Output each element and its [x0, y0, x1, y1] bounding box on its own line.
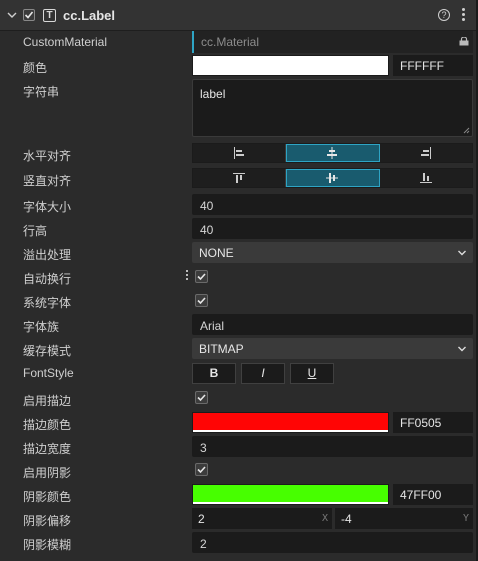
- underline-button[interactable]: U: [290, 363, 334, 384]
- outline-color-label: 描边颜色: [23, 418, 72, 432]
- shadow-blur-value: 2: [200, 537, 207, 551]
- shadow-offset-label: 阴影偏移: [23, 514, 72, 528]
- horizontal-align-label: 水平对齐: [23, 149, 72, 163]
- resize-grip-icon[interactable]: [463, 127, 470, 134]
- outline-width-label: 描边宽度: [23, 442, 72, 456]
- checkmark-icon: [197, 273, 206, 281]
- asset-picker-icon[interactable]: [459, 37, 469, 46]
- drag-handle-icon[interactable]: [186, 270, 189, 282]
- cache-mode-label: 缓存模式: [23, 344, 72, 358]
- align-right-icon: [420, 147, 431, 159]
- color-label: 颜色: [23, 61, 48, 75]
- font-family-label: 字体族: [23, 320, 60, 334]
- component-header[interactable]: T cc.Label ?: [0, 0, 476, 31]
- checkmark-icon: [197, 466, 206, 474]
- align-right-button[interactable]: [380, 144, 472, 162]
- line-height-input[interactable]: 40: [192, 218, 473, 239]
- shadow-offset-y-input[interactable]: -4 Y: [335, 508, 473, 529]
- align-bottom-button[interactable]: [380, 169, 472, 187]
- align-middle-icon: [326, 173, 339, 183]
- system-font-checkbox[interactable]: [195, 294, 208, 307]
- chevron-down-icon: [458, 346, 466, 352]
- align-top-button[interactable]: [193, 169, 287, 187]
- align-bottom-icon: [419, 173, 432, 183]
- color-swatch[interactable]: [192, 55, 389, 76]
- shadow-enabled-checkbox[interactable]: [195, 463, 208, 476]
- enable-wrap-label: 自动换行: [23, 272, 72, 286]
- color-hex-input[interactable]: FFFFFF: [393, 55, 473, 76]
- align-left-icon: [234, 147, 245, 159]
- component-title: cc.Label: [63, 8, 116, 23]
- shadow-enabled-label: 启用阴影: [23, 466, 72, 480]
- color-hex-value: FFFFFF: [400, 59, 444, 73]
- more-options-icon[interactable]: [462, 8, 466, 22]
- font-size-input[interactable]: 40: [192, 194, 473, 215]
- shadow-color-hex-input[interactable]: 47FF00: [393, 484, 473, 505]
- line-height-value: 40: [200, 223, 214, 237]
- enable-wrap-checkbox[interactable]: [195, 270, 208, 283]
- outline-enabled-label: 启用描边: [23, 394, 72, 408]
- custom-material-value: cc.Material: [201, 35, 260, 49]
- cache-mode-select[interactable]: BITMAP: [192, 338, 473, 359]
- chevron-down-icon[interactable]: [6, 9, 18, 21]
- overflow-label: 溢出处理: [23, 248, 72, 262]
- font-size-value: 40: [200, 199, 214, 213]
- shadow-offset-x-input[interactable]: 2 X: [192, 508, 332, 529]
- font-style-label: FontStyle: [23, 366, 74, 380]
- checkmark-icon: [24, 11, 34, 19]
- shadow-blur-input[interactable]: 2: [192, 532, 473, 553]
- outline-color-hex-input[interactable]: FF0505: [393, 412, 473, 433]
- y-axis-label: Y: [462, 513, 469, 524]
- shadow-offset-y-value: -4: [341, 512, 352, 526]
- shadow-color-swatch[interactable]: [192, 484, 389, 505]
- outline-width-value: 3: [200, 441, 207, 455]
- shadow-offset-x-value: 2: [198, 512, 205, 526]
- align-left-button[interactable]: [193, 144, 287, 162]
- shadow-color-hex-value: 47FF00: [400, 488, 442, 502]
- outline-enabled-checkbox[interactable]: [195, 391, 208, 404]
- custom-material-asset-field[interactable]: cc.Material: [192, 31, 473, 53]
- x-axis-label: X: [321, 513, 328, 524]
- cache-mode-value: BITMAP: [199, 342, 244, 356]
- inspector-panel: T cc.Label ? CustomMaterial cc.Material …: [0, 0, 478, 561]
- align-top-icon: [233, 173, 246, 183]
- checkmark-icon: [197, 297, 206, 305]
- font-family-value: Arial: [200, 319, 225, 333]
- overflow-value: NONE: [199, 246, 234, 260]
- shadow-blur-label: 阴影模糊: [23, 538, 72, 552]
- vertical-align-group: [192, 168, 473, 188]
- horizontal-align-group: [192, 143, 473, 163]
- outline-color-hex-value: FF0505: [400, 416, 442, 430]
- font-family-input[interactable]: Arial: [192, 314, 473, 335]
- help-icon[interactable]: ?: [438, 9, 450, 21]
- outline-color-swatch[interactable]: [192, 412, 389, 433]
- vertical-align-label: 竖直对齐: [23, 174, 72, 188]
- string-value: label: [200, 87, 226, 101]
- align-center-button[interactable]: [286, 144, 380, 162]
- align-center-icon: [327, 147, 338, 159]
- align-middle-button[interactable]: [286, 169, 380, 187]
- component-enabled-checkbox[interactable]: [23, 9, 35, 21]
- checkmark-icon: [197, 394, 206, 402]
- outline-width-input[interactable]: 3: [192, 436, 473, 457]
- string-label: 字符串: [23, 85, 60, 99]
- chevron-down-icon: [458, 250, 466, 256]
- font-size-label: 字体大小: [23, 200, 72, 214]
- bold-button[interactable]: B: [192, 363, 236, 384]
- italic-button[interactable]: I: [241, 363, 285, 384]
- string-textarea[interactable]: label: [192, 79, 473, 137]
- shadow-color-label: 阴影颜色: [23, 490, 72, 504]
- overflow-select[interactable]: NONE: [192, 242, 473, 263]
- label-component-icon: T: [43, 9, 56, 22]
- custom-material-label: CustomMaterial: [23, 35, 108, 49]
- system-font-label: 系统字体: [23, 296, 72, 310]
- line-height-label: 行高: [23, 224, 48, 238]
